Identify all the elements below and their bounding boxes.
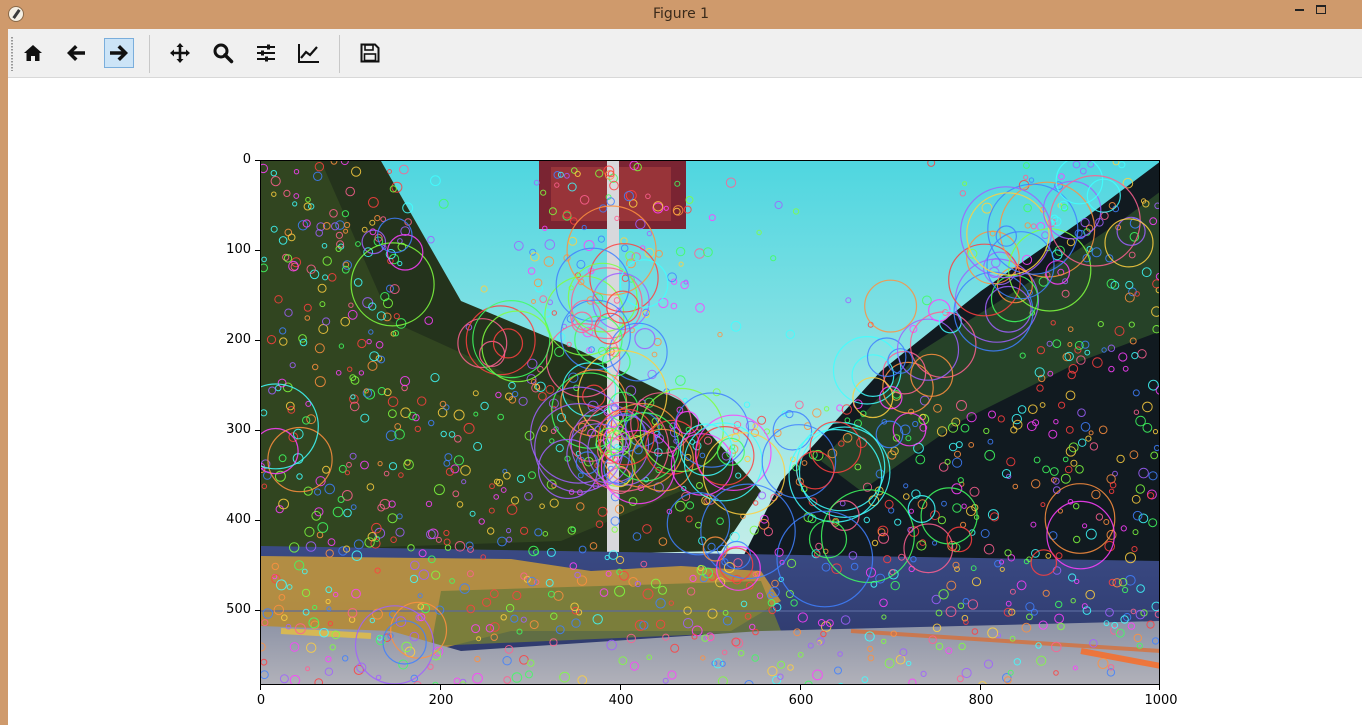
x-tick-label: 1000	[1144, 693, 1178, 708]
toolbar-separator	[149, 35, 150, 73]
move-icon	[170, 43, 190, 63]
y-tick-label: 100	[226, 242, 251, 257]
y-tick-mark	[255, 520, 260, 521]
image-axes[interactable]	[260, 160, 1160, 685]
x-tick-mark	[980, 685, 981, 690]
arrow-right-icon	[110, 45, 128, 61]
x-tick-label: 600	[788, 693, 814, 708]
maximize-icon	[1316, 5, 1326, 14]
save-button[interactable]	[355, 38, 385, 68]
line-chart-icon	[298, 44, 319, 63]
configure-subplots-button[interactable]	[251, 38, 281, 68]
maximize-button[interactable]	[1305, 0, 1337, 22]
keypoint-photo-image	[261, 161, 1159, 684]
y-tick-label: 0	[242, 152, 251, 167]
toolbar-separator	[339, 35, 340, 73]
x-tick-label: 400	[608, 693, 634, 708]
y-tick-label: 400	[226, 512, 251, 527]
home-icon	[24, 45, 42, 61]
navigation-toolbar	[8, 29, 1362, 78]
figure-canvas[interactable]: 0 100 200 300 400 500 0 200 400 600 800 …	[8, 78, 1362, 725]
window-titlebar: Figure 1	[0, 0, 1362, 29]
y-tick-mark	[255, 250, 260, 251]
y-tick-label: 200	[226, 332, 251, 347]
toolbar-grip[interactable]	[11, 37, 13, 71]
home-button[interactable]	[18, 38, 48, 68]
x-tick-mark	[440, 685, 441, 690]
x-tick-mark	[800, 685, 801, 690]
back-button[interactable]	[61, 38, 91, 68]
forward-button[interactable]	[104, 38, 134, 68]
y-tick-mark	[255, 340, 260, 341]
x-tick-mark	[1159, 685, 1160, 690]
y-tick-label: 500	[226, 602, 251, 617]
x-tick-label: 800	[968, 693, 994, 708]
magnifier-icon	[213, 43, 234, 64]
pan-button[interactable]	[165, 38, 195, 68]
sliders-icon	[257, 44, 275, 62]
keypoint-circle	[838, 682, 844, 684]
edit-axis-button[interactable]	[294, 38, 324, 68]
figure-window-client: 0 100 200 300 400 500 0 200 400 600 800 …	[8, 29, 1362, 725]
y-tick-mark	[255, 430, 260, 431]
y-tick-label: 300	[226, 422, 251, 437]
y-tick-mark	[255, 610, 260, 611]
y-tick-mark	[255, 160, 260, 161]
x-tick-label: 200	[428, 693, 454, 708]
arrow-left-icon	[67, 45, 85, 61]
zoom-button[interactable]	[208, 38, 238, 68]
window-title: Figure 1	[652, 6, 710, 22]
minimize-icon	[1294, 8, 1304, 11]
x-tick-mark	[620, 685, 621, 690]
floppy-disk-icon	[360, 43, 380, 63]
x-tick-mark	[260, 685, 261, 690]
x-tick-label: 0	[256, 693, 266, 708]
